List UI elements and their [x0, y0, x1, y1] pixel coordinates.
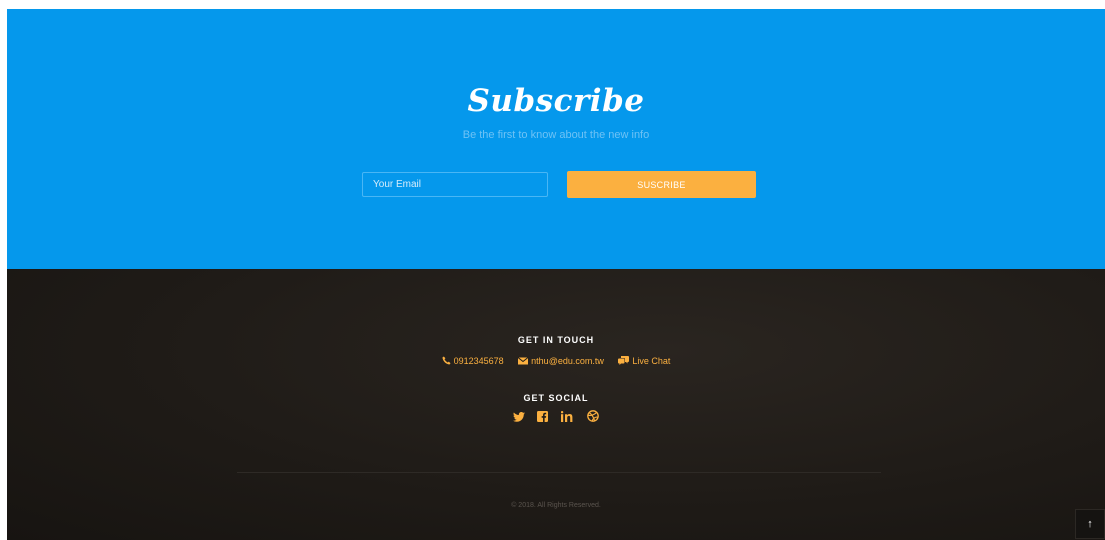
- dribbble-icon: [587, 410, 600, 423]
- dribbble-link[interactable]: [587, 410, 600, 425]
- subscribe-subtitle: Be the first to know about the new info: [462, 129, 650, 141]
- subscribe-title: Subscribe: [467, 83, 645, 119]
- footer-divider: [237, 472, 881, 473]
- email-address: nthu@edu.com.tw: [531, 355, 604, 366]
- contact-row: 0912345678 nthu@edu.com.tw Live Chat: [7, 355, 1105, 366]
- live-chat-link[interactable]: Live Chat: [618, 355, 671, 366]
- get-social-heading: GET SOCIAL: [523, 393, 589, 403]
- facebook-link[interactable]: [537, 410, 549, 425]
- phone-link[interactable]: 0912345678: [442, 356, 504, 366]
- linkedin-link[interactable]: [560, 410, 575, 425]
- email-input[interactable]: [362, 172, 548, 197]
- linkedin-icon: [560, 410, 573, 422]
- copyright-text: © 2018. All Rights Reserved.: [511, 502, 601, 509]
- get-in-touch-heading: GET IN TOUCH: [517, 335, 595, 345]
- twitter-link[interactable]: [512, 411, 525, 425]
- social-links: [7, 409, 1105, 427]
- phone-icon: [442, 356, 451, 365]
- live-chat-label: Live Chat: [632, 355, 671, 366]
- subscribe-button[interactable]: SUSCRIBE: [567, 171, 756, 198]
- footer: GET IN TOUCH 0912345678 nthu@edu.com.tw …: [7, 269, 1105, 540]
- page: Subscribe Be the first to know about the…: [0, 0, 1105, 540]
- phone-number: 0912345678: [453, 355, 504, 366]
- arrow-up-icon: ↑: [1087, 518, 1093, 530]
- chat-icon: [618, 355, 630, 365]
- email-link[interactable]: nthu@edu.com.tw: [518, 356, 604, 366]
- envelope-icon: [518, 356, 529, 365]
- facebook-icon: [537, 410, 549, 422]
- twitter-icon: [512, 411, 525, 422]
- subscribe-section: Subscribe Be the first to know about the…: [7, 9, 1105, 269]
- back-to-top-button[interactable]: ↑: [1075, 509, 1105, 539]
